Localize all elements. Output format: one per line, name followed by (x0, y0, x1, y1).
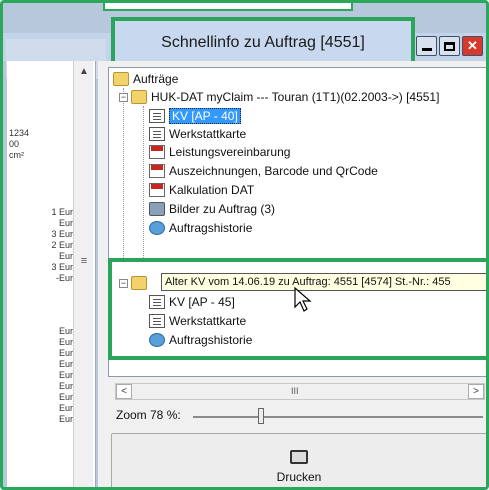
tree-item[interactable]: KV [AP - 40] (149, 107, 241, 125)
close-icon: ✕ (467, 38, 478, 53)
tree-item-label: Auftragshistorie (169, 333, 253, 347)
document-icon (149, 314, 165, 328)
zoom-slider-track[interactable] (193, 416, 483, 418)
tree-item-label: Werkstattkarte (169, 314, 247, 328)
history-icon (149, 333, 165, 347)
tree-root-label: Aufträge (133, 72, 179, 86)
tree-horizontal-scrollbar[interactable]: < III > (115, 383, 485, 400)
left-value: Eur (58, 218, 73, 228)
tree-item-label: Werkstattkarte (169, 127, 247, 141)
tree-item-label: Kalkulation DAT (169, 183, 255, 197)
printer-icon (290, 450, 308, 464)
left-value: Eur (58, 359, 73, 369)
tooltip-old-kv: Alter KV vom 14.06.19 zu Auftrag: 4551 [… (161, 273, 486, 291)
tree-item[interactable]: Bilder zu Auftrag (3) (149, 200, 275, 218)
scroll-grip-icon[interactable]: ≡ (74, 251, 94, 271)
tree-item[interactable]: KV [AP - 45] (149, 293, 235, 311)
tree-view[interactable]: Aufträge − HUK-DAT myClaim --- Touran (1… (108, 67, 486, 377)
left-value: cm² (9, 150, 24, 160)
left-value: Eur (58, 326, 73, 336)
tree-item[interactable]: Werkstattkarte (149, 312, 246, 330)
tree-item[interactable]: Auftragshistorie (149, 219, 252, 237)
pdf-icon (149, 145, 165, 159)
scroll-right-icon[interactable]: > (468, 384, 484, 399)
collapse-icon[interactable]: − (119, 92, 128, 102)
maximize-icon (444, 41, 455, 51)
minimize-icon (421, 47, 432, 51)
left-value: 1 Eur (51, 207, 73, 217)
left-value: Eur (58, 392, 73, 402)
tree-order-label: HUK-DAT myClaim --- Touran (1T1)(02.2003… (151, 90, 440, 104)
tree-guide-line (123, 88, 124, 258)
folder-open-icon (131, 90, 147, 104)
left-value: 2 Eur (51, 240, 73, 250)
document-icon (149, 127, 165, 141)
print-button-label: Drucken (276, 470, 322, 484)
minimize-button[interactable] (416, 36, 437, 56)
left-value: Eur (58, 414, 73, 424)
image-icon (149, 202, 165, 216)
close-button[interactable]: ✕ (462, 36, 483, 56)
left-value: Eur (58, 337, 73, 347)
scroll-grip[interactable]: III (291, 386, 299, 396)
folder-open-icon (131, 276, 147, 290)
left-value: 3 Eur (51, 229, 73, 239)
left-value: 1234 (9, 128, 30, 138)
tree-guide-line (143, 106, 144, 258)
tree-item[interactable]: Werkstattkarte (149, 125, 246, 143)
left-value: Eur (58, 348, 73, 358)
left-value: Eur (58, 370, 73, 380)
scroll-left-icon[interactable]: < (116, 384, 132, 399)
tree-item-label: Auszeichnungen, Barcode und QrCode (169, 164, 378, 178)
scroll-up-icon[interactable]: ▲ (74, 61, 94, 81)
tree-item-label: Bilder zu Auftrag (3) (169, 202, 276, 216)
left-value: 00 (9, 139, 20, 149)
zoom-label: Zoom 78 %: (116, 408, 181, 422)
maximize-button[interactable] (439, 36, 460, 56)
left-value: Eur (58, 251, 73, 261)
tree-item-label: Auftragshistorie (169, 221, 253, 235)
app-window: Schnellinfo zu Auftrag [4551] ✕ 1234 00 … (0, 0, 489, 490)
tree-root[interactable]: Aufträge (113, 70, 178, 88)
tree-item-label: Leistungsvereinbarung (169, 145, 291, 159)
tree-item[interactable]: Auszeichnungen, Barcode und QrCode (149, 162, 378, 180)
tree-item[interactable]: Auftragshistorie (149, 331, 252, 349)
left-vertical-scrollbar[interactable]: ▲ ≡ (73, 61, 94, 487)
tree-item[interactable]: Kalkulation DAT (149, 181, 254, 199)
top-tab-outline (103, 3, 353, 11)
document-icon (149, 295, 165, 309)
collapse-icon[interactable]: − (119, 278, 128, 288)
tree-old-kv-node[interactable]: − (119, 274, 151, 292)
mouse-cursor-icon (294, 287, 312, 312)
zoom-slider-thumb[interactable] (258, 408, 264, 424)
folder-open-icon (113, 72, 129, 86)
pdf-icon (149, 183, 165, 197)
tree-order-node[interactable]: − HUK-DAT myClaim --- Touran (1T1)(02.20… (119, 88, 439, 106)
pdf-icon (149, 164, 165, 178)
document-icon (149, 109, 165, 123)
history-icon (149, 221, 165, 235)
left-value: Eur (58, 381, 73, 391)
print-button[interactable]: Drucken (111, 433, 486, 487)
tree-item[interactable]: Leistungsvereinbarung (149, 143, 290, 161)
tree-item-label: KV [AP - 45] (169, 295, 235, 309)
left-value: Eur (58, 403, 73, 413)
left-value: -Eur (55, 273, 73, 283)
left-value: 3 Eur (51, 262, 73, 272)
tree-item-label: KV [AP - 40] (169, 108, 241, 124)
